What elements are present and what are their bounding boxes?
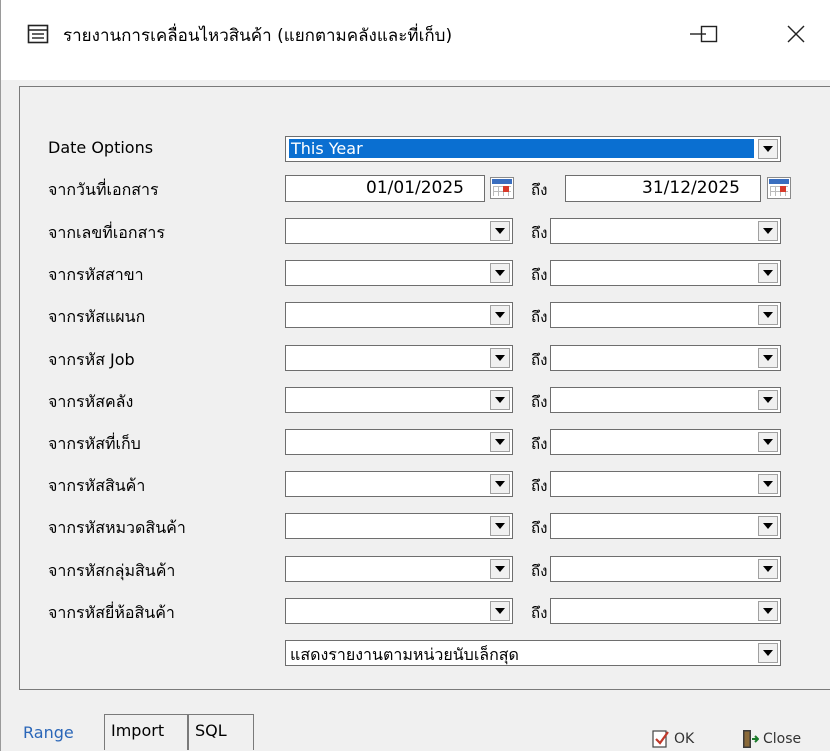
window-title: รายงานการเคลื่อนไหวสินค้า (แยกตามคลังและ… <box>63 26 453 46</box>
range-to-select[interactable] <box>550 218 781 244</box>
chevron-down-icon[interactable] <box>490 601 510 621</box>
date-from-value: 01/01/2025 <box>366 178 464 198</box>
ok-label: OK <box>674 731 695 747</box>
chevron-down-icon[interactable] <box>758 474 778 494</box>
range-from-select[interactable] <box>285 260 513 286</box>
report-window: รายงานการเคลื่อนไหวสินค้า (แยกตามคลังและ… <box>0 0 830 751</box>
chevron-down-icon[interactable] <box>758 305 778 325</box>
doc-date-label: จากวันที่เอกสาร <box>48 180 159 199</box>
chevron-down-icon[interactable] <box>758 643 778 663</box>
range-row-label: จากรหัสหมวดสินค้า <box>48 518 186 537</box>
range-to-select[interactable] <box>550 471 781 497</box>
chevron-down-icon[interactable] <box>490 390 510 410</box>
tab-import[interactable]: Import <box>104 714 188 750</box>
to-label: ถึง <box>531 181 548 199</box>
chevron-down-icon[interactable] <box>490 432 510 452</box>
range-row-label: จากรหัสยี่ห้อสินค้า <box>48 603 175 622</box>
date-from-field[interactable]: 01/01/2025 <box>285 175 485 202</box>
door-exit-icon <box>743 730 759 748</box>
date-options-select[interactable]: This Year <box>285 136 781 162</box>
range-to-select[interactable] <box>550 513 781 539</box>
chevron-down-icon[interactable] <box>490 263 510 283</box>
chevron-down-icon[interactable] <box>758 221 778 241</box>
chevron-down-icon[interactable] <box>758 390 778 410</box>
calendar-from-icon[interactable] <box>490 177 514 199</box>
chevron-down-icon[interactable] <box>490 474 510 494</box>
maximize-icon <box>700 25 718 43</box>
range-from-select[interactable] <box>285 471 513 497</box>
range-row-label: จากรหัสสินค้า <box>48 476 146 495</box>
form-icon <box>27 24 49 44</box>
range-to-select[interactable] <box>550 387 781 413</box>
tab-sql[interactable]: SQL <box>188 714 254 750</box>
range-to-select[interactable] <box>550 598 781 624</box>
chevron-down-icon[interactable] <box>758 139 778 159</box>
range-row-label: จากรหัสคลัง <box>48 392 134 411</box>
to-label: ถึง <box>531 519 548 537</box>
range-to-select[interactable] <box>550 556 781 582</box>
date-to-value: 31/12/2025 <box>642 178 740 198</box>
chevron-down-icon[interactable] <box>490 305 510 325</box>
unit-option-select[interactable]: แสดงรายงานตามหน่วยนับเล็กสุด <box>285 640 781 666</box>
to-label: ถึง <box>531 477 548 495</box>
range-from-select[interactable] <box>285 387 513 413</box>
to-label: ถึง <box>531 351 548 369</box>
date-options-label: Date Options <box>48 138 154 157</box>
close-icon <box>787 25 805 43</box>
tab-range[interactable]: Range <box>23 723 74 742</box>
to-label: ถึง <box>531 266 548 284</box>
chevron-down-icon[interactable] <box>758 601 778 621</box>
to-label: ถึง <box>531 435 548 453</box>
date-options-value: This Year <box>289 139 754 158</box>
chevron-down-icon[interactable] <box>758 263 778 283</box>
to-label: ถึง <box>531 393 548 411</box>
range-row-label: จากรหัส Job <box>48 350 135 369</box>
range-to-select[interactable] <box>550 302 781 328</box>
chevron-down-icon[interactable] <box>490 516 510 536</box>
range-row-label: จากรหัสที่เก็บ <box>48 434 141 453</box>
range-row-label: จากรหัสกลุ่มสินค้า <box>48 561 176 580</box>
bottom-tab-bar: Range Import SQL OK Close <box>1 709 830 751</box>
chevron-down-icon[interactable] <box>490 221 510 241</box>
calendar-to-icon[interactable] <box>767 177 791 199</box>
range-row-label: จากเลขที่เอกสาร <box>48 223 165 242</box>
range-from-select[interactable] <box>285 429 513 455</box>
chevron-down-icon[interactable] <box>490 559 510 579</box>
to-label: ถึง <box>531 562 548 580</box>
close-label: Close <box>763 731 802 747</box>
range-from-select[interactable] <box>285 556 513 582</box>
to-label: ถึง <box>531 604 548 622</box>
title-bar: รายงานการเคลื่อนไหวสินค้า (แยกตามคลังและ… <box>1 0 830 80</box>
close-window-button[interactable] <box>771 14 821 54</box>
range-from-select[interactable] <box>285 513 513 539</box>
maximize-button[interactable] <box>684 14 734 54</box>
chevron-down-icon[interactable] <box>758 432 778 452</box>
range-row-label: จากรหัสแผนก <box>48 307 146 326</box>
date-to-field[interactable]: 31/12/2025 <box>565 175 761 202</box>
chevron-down-icon[interactable] <box>490 348 510 368</box>
to-label: ถึง <box>531 224 548 242</box>
ok-button[interactable]: OK <box>652 729 694 749</box>
range-from-select[interactable] <box>285 302 513 328</box>
range-to-select[interactable] <box>550 260 781 286</box>
range-from-select[interactable] <box>285 218 513 244</box>
check-document-icon <box>652 730 669 748</box>
range-to-select[interactable] <box>550 345 781 371</box>
range-from-select[interactable] <box>285 345 513 371</box>
chevron-down-icon[interactable] <box>758 516 778 536</box>
chevron-down-icon[interactable] <box>758 559 778 579</box>
to-label: ถึง <box>531 308 548 326</box>
close-button[interactable]: Close <box>741 729 801 749</box>
unit-option-value: แสดงรายงานตามหน่วยนับเล็กสุด <box>290 645 519 664</box>
range-to-select[interactable] <box>550 429 781 455</box>
chevron-down-icon[interactable] <box>758 348 778 368</box>
range-from-select[interactable] <box>285 598 513 624</box>
range-row-label: จากรหัสสาขา <box>48 265 144 284</box>
